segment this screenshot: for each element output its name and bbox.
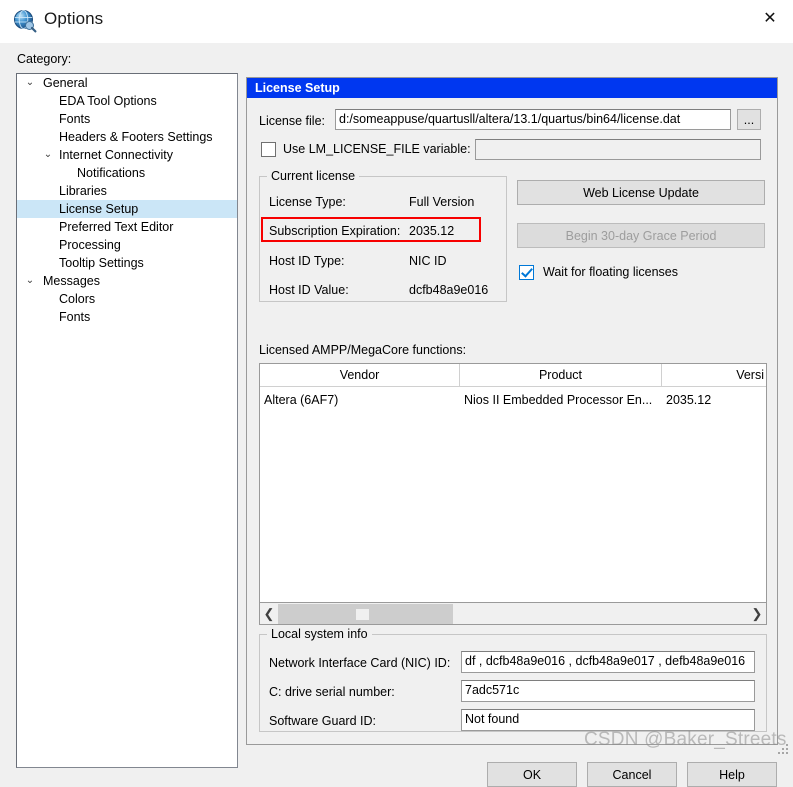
sidebar-item-label: Notifications <box>77 166 146 180</box>
column-header-vendor[interactable]: Vendor <box>260 364 460 386</box>
title-bar: Options ✕ <box>0 0 793 43</box>
host-id-value-label: Host ID Value: <box>269 283 349 297</box>
nic-id-input[interactable]: df , dcfb48a9e016 , dcfb48a9e017 , defb4… <box>461 651 755 673</box>
drive-serial-label: C: drive serial number: <box>269 685 395 699</box>
sidebar-item-general[interactable]: ⌄ General <box>17 74 237 92</box>
table-row[interactable]: Altera (6AF7) Nios II Embedded Processor… <box>260 387 766 411</box>
sidebar-item-label: Preferred Text Editor <box>59 220 174 234</box>
license-file-input[interactable]: d:/someappuse/quartusll/altera/13.1/quar… <box>335 109 731 130</box>
host-id-type-value: NIC ID <box>409 254 447 268</box>
sidebar-item-label: Fonts <box>59 310 91 324</box>
licensed-functions-label: Licensed AMPP/MegaCore functions: <box>259 343 467 357</box>
scrollbar-thumb[interactable] <box>278 603 453 624</box>
lm-license-file-input[interactable] <box>475 139 761 160</box>
wait-for-floating-licenses-label: Wait for floating licenses <box>543 265 679 279</box>
cancel-button[interactable]: Cancel <box>587 762 677 787</box>
sidebar-item-tooltip-settings[interactable]: Tooltip Settings <box>17 254 237 272</box>
sidebar-item-colors[interactable]: Colors <box>17 290 237 308</box>
sidebar-item-preferred-text-editor[interactable]: Preferred Text Editor <box>17 218 237 236</box>
use-lm-license-file-checkbox[interactable] <box>261 142 276 157</box>
web-license-update-button[interactable]: Web License Update <box>517 180 765 205</box>
browse-button[interactable]: ... <box>737 109 761 130</box>
sidebar-item-fonts[interactable]: Fonts <box>17 308 237 326</box>
sidebar-item-label: Tooltip Settings <box>59 256 144 270</box>
window-title: Options <box>44 9 104 28</box>
sidebar-item-label: Internet Connectivity <box>59 148 173 162</box>
license-file-label: License file: <box>259 114 326 128</box>
sidebar-item-label: Headers & Footers Settings <box>59 130 213 144</box>
software-guard-id-label: Software Guard ID: <box>269 714 376 728</box>
scroll-left-icon[interactable]: ❮ <box>260 604 278 624</box>
subscription-expiration-label: Subscription Expiration: <box>269 224 401 238</box>
cell-vendor: Altera (6AF7) <box>264 393 339 407</box>
sidebar-item-license-setup[interactable]: License Setup <box>17 200 237 218</box>
sidebar-item-internet-connectivity[interactable]: ⌄ Internet Connectivity <box>17 146 237 164</box>
software-guard-id-input[interactable]: Not found <box>461 709 755 731</box>
table-horizontal-scrollbar[interactable]: ❮ ❯ <box>259 603 767 625</box>
sidebar-item-label: Colors <box>59 292 96 306</box>
sidebar-item-label: General <box>43 76 88 90</box>
sidebar-item-label: Libraries <box>59 184 107 198</box>
subscription-expiration-value: 2035.12 <box>409 224 455 238</box>
host-id-value-value: dcfb48a9e016 <box>409 283 489 297</box>
sidebar-item-label: Fonts <box>59 112 91 126</box>
dialog-body: Category: ⌄ General EDA Tool Options Fonts H… <box>0 43 793 787</box>
panel-title: License Setup <box>247 78 777 98</box>
column-header-version[interactable]: Versi <box>662 364 766 386</box>
chevron-down-icon[interactable]: ⌄ <box>23 74 37 92</box>
license-type-label: License Type: <box>269 195 346 209</box>
sidebar-item-libraries[interactable]: Libraries <box>17 182 237 200</box>
sidebar-item-processing[interactable]: Processing <box>17 236 237 254</box>
sidebar-item-label: EDA Tool Options <box>59 94 157 108</box>
sidebar-item-messages[interactable]: ⌄ Messages <box>17 272 237 290</box>
sidebar-item-headers-footers-settings[interactable]: Headers & Footers Settings <box>17 128 237 146</box>
sidebar-item-label: Messages <box>43 274 100 288</box>
sidebar-item-label: License Setup <box>59 202 139 216</box>
cell-product: Nios II Embedded Processor En... <box>464 393 653 407</box>
license-type-value: Full Version <box>409 195 475 209</box>
scroll-right-icon[interactable]: ❯ <box>748 604 766 624</box>
resize-grip-icon[interactable] <box>778 744 789 755</box>
licensed-functions-table[interactable]: Vendor Product Versi Altera (6AF7) Nios … <box>259 363 767 603</box>
host-id-type-label: Host ID Type: <box>269 254 345 268</box>
chevron-down-icon[interactable]: ⌄ <box>23 272 37 290</box>
cell-version: 2035.12 <box>666 393 712 407</box>
sidebar-item-label: Processing <box>59 238 121 252</box>
sidebar-item-notifications[interactable]: Notifications <box>17 164 237 182</box>
sidebar-item-fonts[interactable]: Fonts <box>17 110 237 128</box>
drive-serial-input[interactable]: 7adc571c <box>461 680 755 702</box>
scrollbar-track[interactable] <box>278 603 748 624</box>
ok-button[interactable]: OK <box>487 762 577 787</box>
wait-for-floating-licenses-checkbox[interactable] <box>519 265 534 280</box>
sidebar-item-eda-tool-options[interactable]: EDA Tool Options <box>17 92 237 110</box>
globe-icon <box>14 10 37 33</box>
local-system-info-group-title: Local system info <box>267 627 372 641</box>
category-tree[interactable]: ⌄ General EDA Tool Options Fonts Headers & F… <box>16 73 238 768</box>
close-icon[interactable]: ✕ <box>747 0 793 36</box>
nic-id-label: Network Interface Card (NIC) ID: <box>269 656 451 670</box>
category-label: Category: <box>17 52 72 66</box>
use-lm-license-file-label: Use LM_LICENSE_FILE variable: <box>283 142 471 156</box>
chevron-down-icon[interactable]: ⌄ <box>41 146 55 164</box>
current-license-group-title: Current license <box>267 169 360 183</box>
begin-grace-period-button: Begin 30-day Grace Period <box>517 223 765 248</box>
table-header-row: Vendor Product Versi <box>260 364 766 387</box>
license-setup-panel: License Setup License file: d:/someappus… <box>246 77 778 745</box>
column-header-product[interactable]: Product <box>460 364 662 386</box>
help-button[interactable]: Help <box>687 762 777 787</box>
